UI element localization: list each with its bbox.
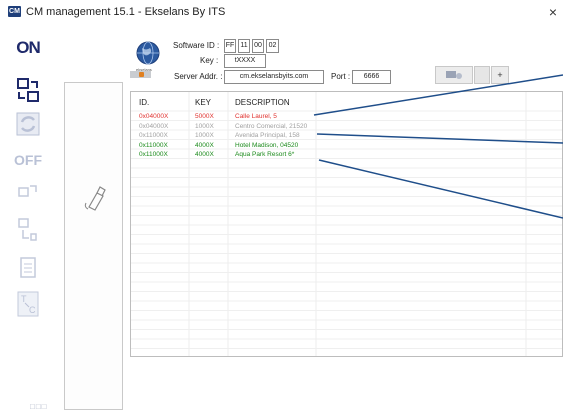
text-convert-icon: T C: [17, 291, 39, 317]
upload-icon: [18, 185, 37, 197]
software-id-part-4[interactable]: 02: [266, 39, 279, 53]
usb-key-icon: [84, 186, 106, 211]
cell-key[interactable]: 1000X: [195, 132, 214, 139]
connect-button[interactable]: [435, 66, 473, 84]
software-id-part-1[interactable]: FF: [224, 39, 236, 53]
left-toolbar: ON OFF T C: [8, 32, 50, 412]
svg-text:T: T: [21, 294, 27, 304]
svg-text:C: C: [29, 305, 36, 315]
cell-description[interactable]: Hotel Madison, 04520: [235, 142, 298, 149]
text-convert-button[interactable]: T C: [8, 290, 48, 318]
key-field[interactable]: tXXXX: [224, 54, 266, 68]
cell-id[interactable]: 0x04000X: [139, 123, 168, 130]
cell-key[interactable]: 5000X: [195, 113, 214, 120]
server-label: Server Addr. :: [174, 72, 223, 81]
refresh-button[interactable]: [8, 110, 48, 138]
document-button[interactable]: [8, 254, 48, 282]
document-icon: [20, 257, 36, 278]
port-field[interactable]: 6666: [352, 70, 391, 84]
cell-id[interactable]: 0x11000X: [139, 142, 168, 149]
upload-button[interactable]: [8, 178, 48, 206]
cell-description[interactable]: Centro Comercial, 21520: [235, 123, 307, 130]
server-address-field[interactable]: cm.ekselansbyits.com: [224, 70, 324, 84]
power-on-icon: ON: [16, 38, 40, 57]
title-bar: CM CM management 15.1 - Ekselans By ITS …: [0, 0, 563, 26]
transfer-button[interactable]: [8, 76, 48, 104]
download-button[interactable]: [8, 216, 48, 244]
device-panel: [64, 82, 123, 410]
download-icon: [18, 218, 37, 241]
cell-key[interactable]: 1000X: [195, 123, 214, 130]
status-indicator: □□□: [30, 402, 48, 411]
app-icon: CM: [8, 6, 21, 17]
add-button[interactable]: +: [491, 66, 509, 84]
device-table: ID. KEY DESCRIPTION 0x04000X 5000X Calle L…: [130, 91, 563, 357]
globe-logo-icon: [136, 41, 160, 65]
cell-id[interactable]: 0x11000X: [139, 151, 168, 158]
cell-key[interactable]: 4000X: [195, 151, 214, 158]
software-id-part-2[interactable]: 11: [238, 39, 250, 53]
transfer-icon: [17, 78, 39, 102]
refresh-icon: [16, 112, 40, 136]
port-label: Port :: [331, 72, 351, 81]
cell-id[interactable]: 0x04000X: [139, 113, 168, 120]
column-header-description[interactable]: DESCRIPTION: [235, 98, 290, 107]
cell-id[interactable]: 0x11000X: [139, 132, 168, 139]
cell-key[interactable]: 4000X: [195, 142, 214, 149]
close-button[interactable]: ×: [545, 4, 561, 20]
power-on-button[interactable]: ON: [8, 34, 48, 62]
window-title: CM management 15.1 - Ekselans By ITS: [26, 6, 226, 18]
connect-icon: [446, 71, 462, 79]
cell-description[interactable]: Aqua Park Resort 6*: [235, 151, 294, 158]
power-off-button[interactable]: OFF: [8, 146, 48, 174]
cell-description[interactable]: Avenida Principal, 158: [235, 132, 300, 139]
column-header-id[interactable]: ID.: [139, 98, 149, 107]
connection-status-led: [139, 72, 144, 77]
power-off-icon: OFF: [14, 152, 42, 168]
column-header-key[interactable]: KEY: [195, 98, 211, 107]
blank-button[interactable]: [474, 66, 490, 84]
software-id-part-3[interactable]: 00: [252, 39, 264, 53]
cell-description[interactable]: Calle Laurel, 5: [235, 113, 277, 120]
key-label: Key :: [200, 56, 219, 65]
software-id-label: Software ID :: [173, 41, 220, 50]
